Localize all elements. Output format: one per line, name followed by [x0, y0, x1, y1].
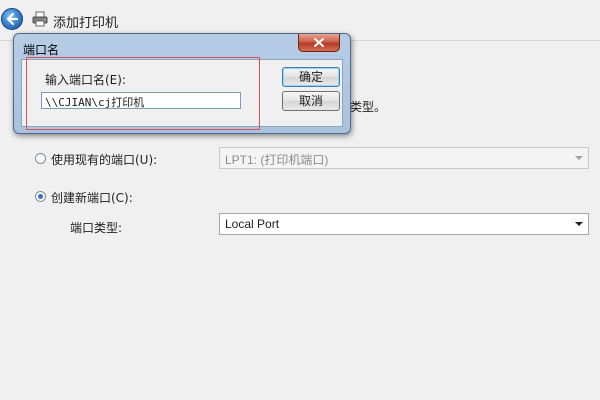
port-type-select[interactable]: Local Port	[219, 213, 589, 235]
port-name-dialog: 端口名 输入端口名(E): \\CJIAN\cj打印机 确定 取消	[13, 33, 351, 134]
wizard-title: 添加打印机	[53, 16, 119, 31]
use-existing-port-radio[interactable]	[35, 153, 46, 164]
chevron-down-icon	[575, 222, 583, 226]
cancel-button[interactable]: 取消	[282, 91, 340, 111]
create-new-port-radio[interactable]	[35, 191, 46, 202]
ok-button[interactable]: 确定	[282, 67, 340, 87]
close-icon	[314, 38, 324, 47]
port-type-label: 端口类型:	[70, 221, 123, 235]
create-new-port-label: 创建新端口(C):	[51, 191, 133, 205]
chevron-down-icon	[575, 156, 583, 160]
obscured-text-fragment: 类型。	[350, 100, 387, 114]
use-existing-port-label: 使用现有的端口(U):	[51, 153, 158, 167]
back-button[interactable]	[1, 8, 23, 30]
dialog-close-button[interactable]	[298, 34, 340, 52]
printer-icon	[32, 11, 48, 27]
port-name-prompt: 输入端口名(E):	[45, 73, 126, 87]
existing-port-select[interactable]: LPT1: (打印机端口)	[219, 147, 589, 169]
port-type-value: Local Port	[225, 217, 280, 231]
existing-port-value: LPT1: (打印机端口)	[225, 153, 329, 167]
dialog-body: 输入端口名(E): \\CJIAN\cj打印机 确定 取消	[21, 59, 343, 127]
port-name-input[interactable]: \\CJIAN\cj打印机	[41, 92, 241, 109]
dialog-title: 端口名	[23, 43, 60, 57]
back-arrow-icon	[6, 12, 19, 26]
